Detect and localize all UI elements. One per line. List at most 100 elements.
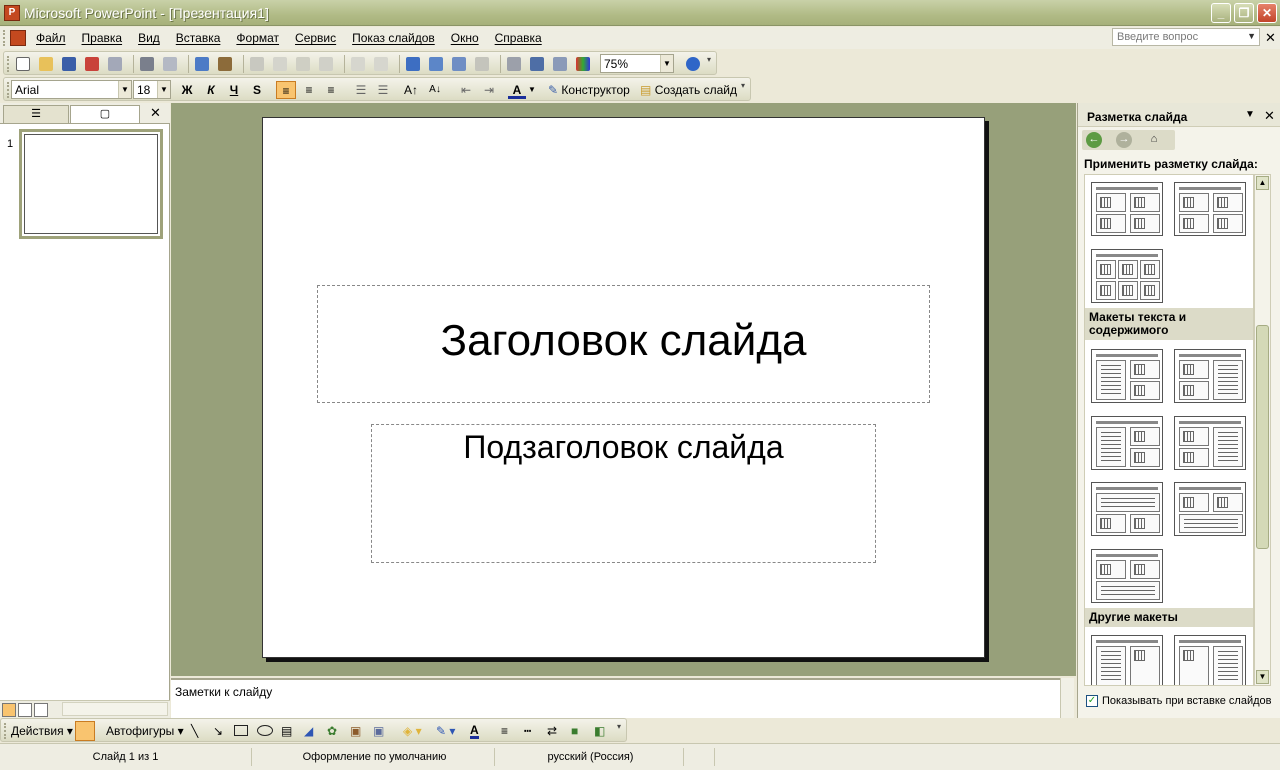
toolbar-grip[interactable] [3,30,7,46]
notes-scrollbar[interactable] [1060,678,1074,718]
decrease-indent-button[interactable]: ⇤ [457,81,475,99]
select-pointer-icon[interactable] [75,721,95,741]
slide-thumbnail[interactable] [19,129,163,239]
hyperlink-icon[interactable] [473,55,491,73]
bold-button[interactable]: Ж [179,81,195,99]
chevron-down-icon[interactable]: ▼ [1245,109,1255,120]
line-style-icon[interactable]: ≡ [501,724,508,738]
document-icon[interactable] [10,30,26,46]
3d-style-icon[interactable]: ◧ [594,724,605,738]
normal-view-button[interactable] [2,703,16,717]
chevron-down-icon[interactable]: ▼ [528,81,536,99]
slide-canvas[interactable]: Заголовок слайда Подзаголовок слайда [262,117,985,658]
layout-thumbnail[interactable] [1091,549,1163,603]
layout-thumbnail[interactable] [1091,182,1163,236]
help-icon[interactable] [684,55,702,73]
layout-thumbnail[interactable] [1174,482,1246,536]
toolbar-grip[interactable] [4,723,8,739]
oval-icon[interactable] [257,725,273,736]
print-icon[interactable] [138,55,156,73]
layout-thumbnail[interactable] [1091,635,1163,685]
close-icon[interactable]: ✕ [150,105,161,121]
layout-thumbnail[interactable] [1091,249,1163,303]
menu-tools[interactable]: Сервис [295,31,336,45]
powerpoint-app-icon[interactable]: P [4,5,20,21]
layout-thumbnail[interactable] [1091,349,1163,403]
notes-pane[interactable]: Заметки к слайду [171,678,1060,718]
arrow-style-icon[interactable]: ⇄ [547,724,557,738]
align-right-button[interactable]: ≡ [322,81,340,99]
decrease-font-button[interactable]: A↓ [426,81,444,99]
checkmark-icon[interactable]: ✓ [1086,695,1098,707]
layout-thumbnail[interactable] [1091,482,1163,536]
font-name-select[interactable]: Arial ▼ [11,80,132,99]
shadow-button[interactable]: S [249,81,265,99]
chevron-down-icon[interactable]: ▼ [1247,31,1256,41]
menu-file[interactable]: Файл [36,31,66,45]
bullets-button[interactable]: ☰ [374,81,392,99]
font-color-icon[interactable]: A [470,724,479,739]
chevron-down-icon[interactable]: ▼ [660,55,673,72]
research-icon[interactable] [216,55,234,73]
wordart-icon[interactable]: ◢ [304,724,313,738]
close-document-icon[interactable]: ✕ [1265,30,1276,46]
copy-icon[interactable] [271,55,289,73]
menu-view[interactable]: Вид [138,31,160,45]
format-painter-icon[interactable] [317,55,335,73]
picture-icon[interactable]: ▣ [373,724,384,738]
back-icon[interactable]: ← [1086,132,1102,148]
print-preview-icon[interactable] [161,55,179,73]
layout-thumbnail[interactable] [1174,635,1246,685]
paste-icon[interactable] [294,55,312,73]
menu-help[interactable]: Справка [495,31,542,45]
font-color-button[interactable]: A [508,81,526,99]
layout-thumbnail[interactable] [1174,349,1246,403]
rectangle-icon[interactable] [234,725,248,736]
close-icon[interactable]: ✕ [1264,108,1275,124]
fill-color-icon[interactable]: ◈ ▾ [403,724,422,738]
scroll-up-icon[interactable]: ▲ [1256,176,1269,190]
undo-icon[interactable] [349,55,367,73]
toolbar-options-icon[interactable]: ▾ [707,55,715,73]
toolbar-grip[interactable] [7,56,11,72]
scroll-thumb[interactable] [1256,325,1269,549]
layout-thumbnail[interactable] [1091,416,1163,470]
line-icon[interactable]: ╲ [191,724,198,738]
home-icon[interactable]: ⌂ [1146,132,1162,148]
numbering-button[interactable]: ☰ [352,81,370,99]
autoshapes-menu[interactable]: Автофигуры ▾ [106,724,184,738]
toolbar-options-icon[interactable]: ▾ [617,722,625,740]
save-icon[interactable] [60,55,78,73]
menu-edit[interactable]: Правка [82,31,123,45]
ask-question-input[interactable]: Введите вопрос ▼ [1112,28,1260,46]
tab-slides[interactable]: ▢ [70,105,140,123]
layout-gallery-scrollbar[interactable]: ▲ ▼ [1254,174,1271,686]
italic-button[interactable]: К [203,81,219,99]
designer-button[interactable]: ✎ Конструктор [548,81,638,99]
underline-button[interactable]: Ч [226,81,242,99]
subtitle-placeholder[interactable]: Подзаголовок слайда [371,424,876,563]
layout-thumbnail[interactable] [1174,416,1246,470]
close-window-button[interactable]: ✕ [1257,3,1277,23]
chevron-down-icon[interactable]: ▼ [157,81,170,98]
align-center-button[interactable]: ≡ [300,81,318,99]
title-placeholder[interactable]: Заголовок слайда [317,285,930,403]
align-left-button[interactable]: ≡ [276,81,296,99]
arrow-icon[interactable]: ↘ [213,724,223,738]
email-icon[interactable] [106,55,124,73]
menu-slideshow[interactable]: Показ слайдов [352,31,435,45]
new-icon[interactable] [14,55,32,73]
chevron-down-icon[interactable]: ▼ [118,81,131,98]
permission-icon[interactable] [83,55,101,73]
table-icon[interactable] [427,55,445,73]
textbox-icon[interactable]: ▤ [281,724,292,738]
dash-style-icon[interactable]: ┅ [524,724,531,738]
menu-format[interactable]: Формат [236,31,279,45]
increase-indent-button[interactable]: ⇥ [480,81,498,99]
clipart-icon[interactable]: ▣ [350,724,361,738]
show-on-insert-checkbox[interactable]: ✓ Показывать при вставке слайдов [1086,695,1272,707]
show-formatting-icon[interactable] [528,55,546,73]
spelling-icon[interactable] [193,55,211,73]
increase-font-button[interactable]: A↑ [402,81,420,99]
diagram-icon[interactable]: ✿ [327,724,337,738]
